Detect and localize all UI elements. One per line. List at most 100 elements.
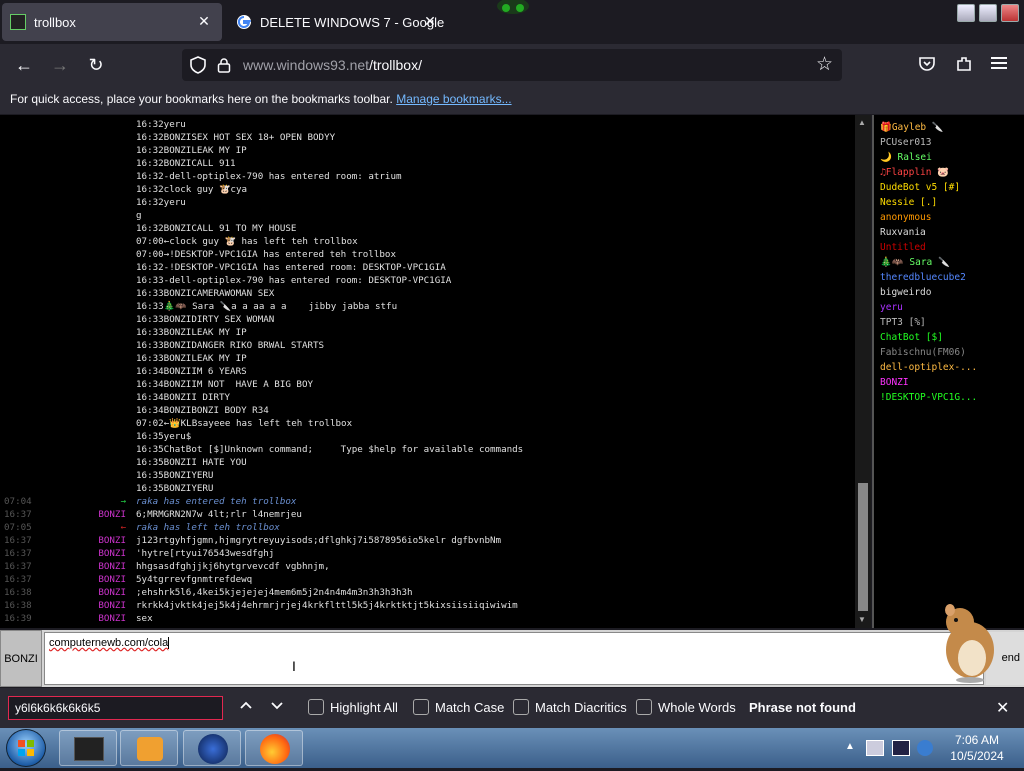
tray-expand-icon[interactable]: ▲ (845, 741, 855, 752)
chat-nick[interactable]: BONZI (0, 509, 126, 520)
nickname-button[interactable]: BONZI (0, 630, 42, 687)
scroll-down-icon[interactable]: ▼ (858, 615, 866, 624)
url-text[interactable]: www.windows93.net/trollbox/ (243, 57, 422, 73)
chat-nick[interactable]: BONZI (0, 613, 126, 624)
chat-line: 16:33BONZIDIRTY SEX WOMAN (136, 314, 275, 325)
close-tab-icon[interactable]: ✕ (422, 13, 438, 29)
close-tab-icon[interactable]: ✕ (196, 13, 212, 29)
highlight-all-checkbox[interactable] (308, 699, 324, 715)
chat-line: 16:33BONZIDANGER RIKO BRWAL STARTS (136, 340, 325, 351)
pocket-icon[interactable] (918, 55, 936, 78)
url-bar[interactable]: www.windows93.net/trollbox/ ☆ (182, 49, 842, 81)
user-list-item[interactable]: ChatBot [$] (880, 332, 943, 343)
terminal-icon (74, 737, 104, 761)
bookmarks-hint-text: For quick access, place your bookmarks h… (10, 92, 393, 106)
chat-line: 16:34BONZIIM 6 YEARS (136, 366, 247, 377)
chat-nick[interactable]: → (0, 496, 126, 507)
firefox-icon (260, 734, 290, 764)
maximize-button[interactable] (979, 4, 997, 22)
user-list-item[interactable]: Untitled (880, 242, 926, 253)
close-findbar-icon[interactable]: ✕ (996, 698, 1009, 718)
back-button[interactable]: ← (11, 52, 37, 78)
chat-nick[interactable]: BONZI (0, 600, 126, 611)
chat-nick[interactable]: ← (0, 522, 126, 533)
user-list-item[interactable]: 🌙 Ralsei (880, 152, 932, 163)
message-input[interactable]: computernewb.com/cola (44, 632, 984, 685)
chat-row: 16:37 BONZI j123rtgyhfjgmn,hjmgrytreyuyiso… (0, 535, 855, 548)
chat-line: 16:32BONZICALL 91 TO MY HOUSE (136, 223, 297, 234)
chat-message: j123rtgyhfjgmn,hjmgrytreyuyisods;dflghkj… (136, 535, 502, 546)
message-text: computernewb.com/cola (49, 637, 169, 649)
find-next-icon[interactable] (269, 697, 285, 716)
tab-trollbox[interactable]: trollbox ✕ (2, 3, 222, 41)
find-input[interactable]: y6l6k6k6k6k6k5 (8, 696, 223, 720)
scrollbar-thumb[interactable] (858, 483, 868, 611)
taskbar-app-2[interactable] (120, 730, 178, 766)
user-list-item[interactable]: dell-optiplex-... (880, 362, 977, 373)
whole-words-checkbox[interactable] (636, 699, 652, 715)
chat-nick[interactable]: BONZI (0, 535, 126, 546)
user-list-item[interactable]: theredbluecube2 (880, 272, 966, 283)
lock-icon[interactable] (217, 57, 231, 78)
match-diacritics-checkbox[interactable] (513, 699, 529, 715)
trollbox-favicon-icon (10, 14, 26, 30)
user-list-item[interactable]: BONZI (880, 377, 909, 388)
user-list-item[interactable]: 🎄🦇 Sara 🔪 (880, 257, 950, 268)
tab-strip: trollbox ✕ DELETE WINDOWS 7 - Google ✕ (0, 0, 1024, 44)
chat-line: 16:32BONZILEAK MY IP (136, 145, 247, 156)
tray-icon-2[interactable] (892, 740, 910, 756)
manage-bookmarks-link[interactable]: Manage bookmarks... (396, 92, 511, 106)
menu-hamburger-icon[interactable] (991, 56, 1007, 75)
shield-icon[interactable] (190, 56, 206, 79)
highlight-all-label: Highlight All (330, 700, 398, 715)
user-list-item[interactable]: 🎁Gayleb 🔪 (880, 122, 944, 133)
user-list-item[interactable]: anonymous (880, 212, 931, 223)
chat-line: 16:35BONZIYERU (136, 483, 214, 494)
chat-line: 16:35ChatBot [$]Unknown command; Type $h… (136, 444, 524, 455)
chat-log[interactable]: 16:32yeru 16:32BONZISEX HOT SEX 18+ OPEN … (0, 115, 855, 628)
url-host: www.windows93.net (243, 57, 370, 73)
find-previous-icon[interactable] (238, 697, 254, 716)
user-list-item[interactable]: bigweirdo (880, 287, 931, 298)
scroll-up-icon[interactable]: ▲ (858, 118, 866, 127)
user-list-item[interactable]: Fabischnu(FM06) (880, 347, 966, 358)
url-path: /trollbox/ (369, 57, 422, 73)
match-case-checkbox[interactable] (413, 699, 429, 715)
chat-nick[interactable]: BONZI (0, 548, 126, 559)
taskbar-app-firefox[interactable] (245, 730, 303, 766)
chat-nick[interactable]: BONZI (0, 587, 126, 598)
bookmarks-bar: For quick access, place your bookmarks h… (0, 86, 1024, 114)
user-list-item[interactable]: DudeBot v5 [#] (880, 182, 960, 193)
google-favicon-icon (236, 14, 252, 30)
user-list-item[interactable]: !DESKTOP-VPC1G... (880, 392, 977, 403)
globe-icon (198, 734, 228, 764)
user-list-item[interactable]: Nessie [.] (880, 197, 937, 208)
taskbar-app-3[interactable] (183, 730, 241, 766)
close-window-button[interactable] (1001, 4, 1019, 22)
chat-row: 16:37 BONZI 5y4tgrrevfgnmtrefdewq (0, 574, 855, 587)
chat-line: g (136, 210, 142, 221)
user-list-item[interactable]: ♫Flapplin 🐷 (880, 167, 949, 178)
reload-button[interactable]: ↻ (83, 52, 109, 78)
forward-button[interactable]: → (47, 52, 73, 78)
minimize-button[interactable] (957, 4, 975, 22)
find-bar: y6l6k6k6k6k6k5 Highlight All Match Case … (0, 688, 1024, 728)
user-list-item[interactable]: PCUser013 (880, 137, 931, 148)
tray-icon-1[interactable] (866, 740, 884, 756)
extensions-icon[interactable] (955, 55, 973, 78)
chat-nick[interactable]: BONZI (0, 574, 126, 585)
user-list-item[interactable]: Ruxvania (880, 227, 926, 238)
user-list-item[interactable]: yeru (880, 302, 903, 313)
tray-icon-3[interactable] (917, 740, 933, 756)
taskbar-app-1[interactable] (59, 730, 117, 766)
user-list-item[interactable]: TPT3 [%] (880, 317, 926, 328)
chat-message: 5y4tgrrevfgnmtrefdewq (136, 574, 253, 585)
chat-line: 07:02←👑KLBsayeee has left teh trollbox (136, 418, 353, 429)
tab-title: DELETE WINDOWS 7 - Google (260, 14, 445, 30)
clock[interactable]: 7:06 AM 10/5/2024 (942, 732, 1012, 764)
chat-nick[interactable]: BONZI (0, 561, 126, 572)
start-button[interactable] (6, 729, 46, 767)
chat-scrollbar[interactable]: ▲ ▼ (855, 115, 871, 628)
bookmark-star-icon[interactable]: ☆ (816, 53, 833, 76)
tab-google[interactable]: DELETE WINDOWS 7 - Google ✕ (228, 3, 448, 41)
